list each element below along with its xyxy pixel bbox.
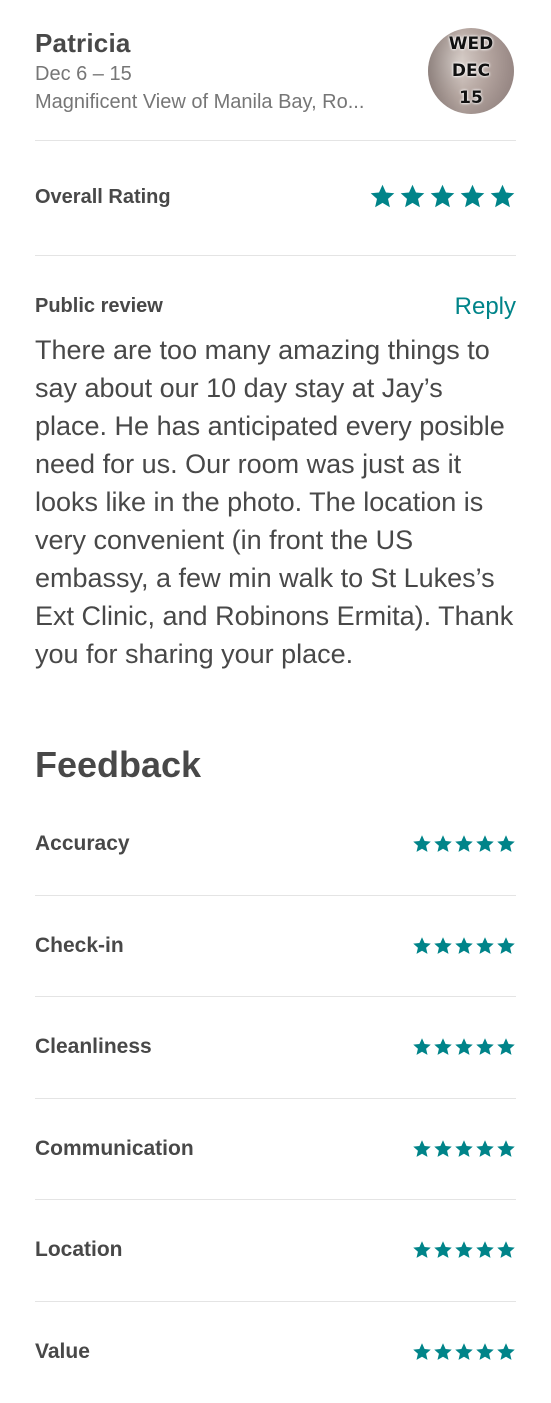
feedback-label: Cleanliness	[35, 1035, 152, 1059]
feedback-row-cleanliness: Cleanliness	[35, 997, 516, 1099]
feedback-stars	[412, 1139, 516, 1159]
star-icon	[412, 1342, 432, 1362]
feedback-stars	[412, 936, 516, 956]
guest-avatar[interactable]: WED DEC 15	[428, 28, 514, 114]
feedback-title: Feedback	[35, 744, 201, 786]
public-review-text: There are too many amazing things to say…	[35, 331, 516, 673]
star-icon	[496, 936, 516, 956]
feedback-row-communication: Communication	[35, 1099, 516, 1201]
overall-rating-stars	[369, 183, 516, 210]
public-review-label: Public review	[35, 295, 163, 318]
star-icon	[412, 1037, 432, 1057]
feedback-stars	[412, 1037, 516, 1057]
star-icon	[496, 834, 516, 854]
overall-rating-row: Overall Rating	[35, 141, 516, 255]
star-icon	[433, 1240, 453, 1260]
star-icon	[454, 1240, 474, 1260]
star-icon	[454, 936, 474, 956]
listing-title: Magnificent View of Manila Bay, Ro...	[35, 91, 364, 114]
star-icon	[454, 1139, 474, 1159]
star-icon	[454, 1342, 474, 1362]
star-icon	[433, 1139, 453, 1159]
feedback-label: Communication	[35, 1137, 194, 1161]
star-icon	[412, 936, 432, 956]
star-icon	[412, 1139, 432, 1159]
star-icon	[433, 1342, 453, 1362]
overall-rating-label: Overall Rating	[35, 186, 171, 209]
star-icon	[475, 1342, 495, 1362]
star-icon	[459, 183, 486, 210]
reply-link[interactable]: Reply	[455, 293, 516, 321]
feedback-label: Value	[35, 1340, 90, 1364]
star-icon	[496, 1342, 516, 1362]
feedback-label: Check-in	[35, 934, 124, 958]
star-icon	[489, 183, 516, 210]
public-review-section: Public review Reply There are too many a…	[35, 256, 516, 734]
date-badge: WED DEC 15	[428, 31, 514, 112]
star-icon	[433, 1037, 453, 1057]
date-badge-month: DEC	[428, 58, 514, 85]
star-icon	[412, 834, 432, 854]
feedback-row-location: Location	[35, 1200, 516, 1302]
feedback-stars	[412, 1240, 516, 1260]
star-icon	[429, 183, 456, 210]
star-icon	[475, 834, 495, 854]
star-icon	[433, 936, 453, 956]
feedback-label: Accuracy	[35, 832, 130, 856]
star-icon	[475, 936, 495, 956]
star-icon	[369, 183, 396, 210]
date-badge-weekday: WED	[428, 31, 514, 58]
stay-dates: Dec 6 – 15	[35, 63, 132, 86]
star-icon	[399, 183, 426, 210]
star-icon	[454, 834, 474, 854]
star-icon	[475, 1240, 495, 1260]
star-icon	[496, 1139, 516, 1159]
star-icon	[412, 1240, 432, 1260]
reservation-header: Patricia Dec 6 – 15 Magnificent View of …	[35, 0, 516, 140]
star-icon	[454, 1037, 474, 1057]
review-detail-page: Patricia Dec 6 – 15 Magnificent View of …	[35, 0, 516, 734]
star-icon	[496, 1240, 516, 1260]
star-icon	[496, 1037, 516, 1057]
feedback-row-check-in: Check-in	[35, 896, 516, 998]
feedback-list: Accuracy Check-in Cleanliness Communicat…	[35, 794, 516, 1403]
feedback-row-value: Value	[35, 1302, 516, 1403]
guest-name: Patricia	[35, 28, 131, 59]
feedback-stars	[412, 1342, 516, 1362]
star-icon	[475, 1037, 495, 1057]
feedback-row-accuracy: Accuracy	[35, 794, 516, 896]
date-badge-day: 15	[428, 85, 514, 112]
star-icon	[475, 1139, 495, 1159]
feedback-stars	[412, 834, 516, 854]
star-icon	[433, 834, 453, 854]
feedback-label: Location	[35, 1238, 123, 1262]
